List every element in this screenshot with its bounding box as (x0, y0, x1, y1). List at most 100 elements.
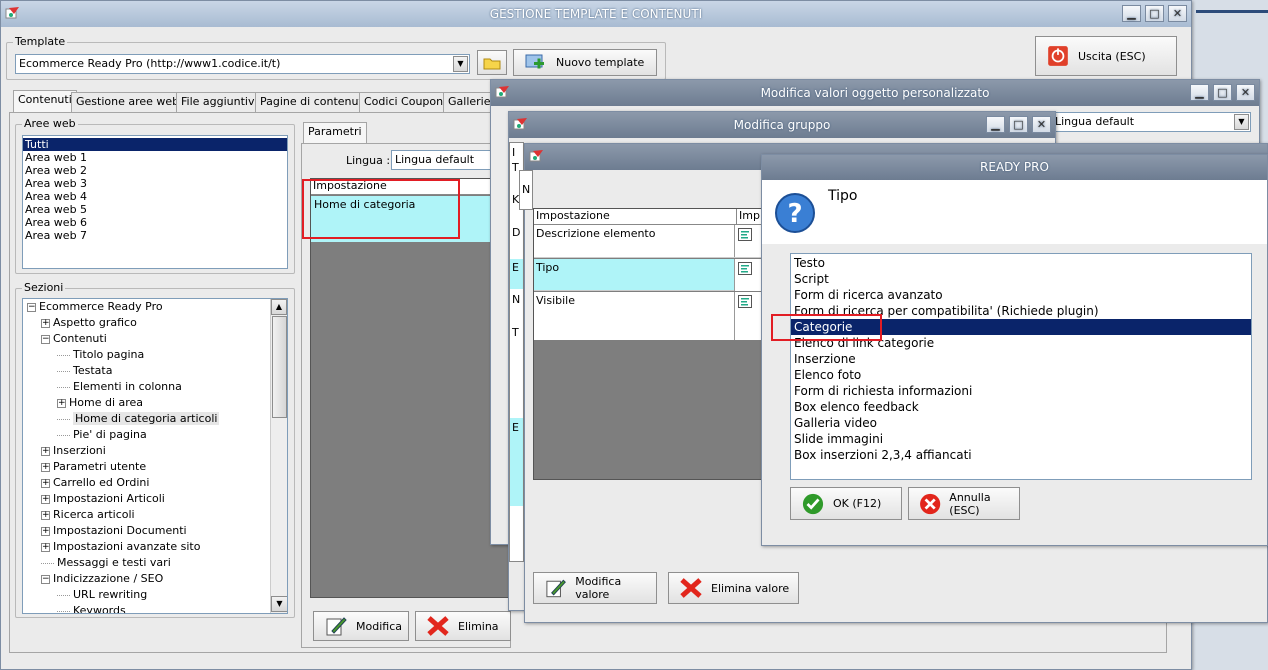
expander-icon[interactable]: + (41, 478, 50, 488)
tree-node[interactable]: Messaggi e testi vari (23, 555, 287, 571)
type-option[interactable]: Form di richiesta informazioni (791, 383, 1251, 399)
tree-node[interactable]: + Impostazioni Documenti (23, 523, 287, 539)
tree-node[interactable]: Home di categoria articoli (23, 411, 287, 427)
cancel-button[interactable]: Annulla (ESC) (908, 487, 1020, 520)
expander-icon[interactable]: − (41, 334, 50, 344)
row-label-visibile: Visibile (536, 294, 575, 307)
new-template-label: Nuovo template (556, 56, 645, 69)
tree-node[interactable]: + Carrello ed Ordini (23, 475, 287, 491)
tree-node[interactable]: − Indicizzazione / SEO (23, 571, 287, 587)
expander-icon[interactable]: + (41, 510, 50, 520)
imp-cell[interactable] (734, 292, 764, 340)
grid-row[interactable]: Visibile (534, 292, 764, 340)
chevron-down-icon[interactable]: ▼ (453, 56, 468, 72)
tree-node[interactable]: + Parametri utente (23, 459, 287, 475)
delete-value-button[interactable]: Elimina valore (668, 572, 799, 604)
list-item[interactable]: Area web 2 (23, 164, 287, 177)
tab-contenuti[interactable]: Contenuti (13, 90, 77, 112)
type-option[interactable]: Galleria video (791, 415, 1251, 431)
properties-icon (738, 228, 752, 241)
tree-node[interactable]: Pie' di pagina (23, 427, 287, 443)
sections-tree[interactable]: − Ecommerce Ready Pro + Aspetto grafico − Con… (22, 298, 288, 614)
tree-node[interactable]: + Home di area (23, 395, 287, 411)
template-combo[interactable]: Ecommerce Ready Pro (http://www1.codice.… (15, 54, 470, 74)
ok-button[interactable]: OK (F12) (790, 487, 902, 520)
tree-node[interactable]: − Contenuti (23, 331, 287, 347)
maximize-button[interactable]: □ (1009, 116, 1028, 133)
tab-file-aggiuntivi[interactable]: File aggiuntivi (176, 92, 263, 112)
tree-node[interactable]: URL rewriting (23, 587, 287, 603)
win2-lingua-combo[interactable]: Lingua default ▼ (1051, 112, 1251, 132)
delete-button[interactable]: Elimina (415, 611, 511, 641)
tree-node[interactable]: + Aspetto grafico (23, 315, 287, 331)
expander-icon[interactable]: + (41, 526, 50, 536)
tree-node[interactable]: Testata (23, 363, 287, 379)
tab-parametri[interactable]: Parametri (303, 122, 367, 144)
app-icon (495, 86, 509, 98)
tab-gestione-aree-web[interactable]: Gestione aree web (71, 92, 185, 112)
list-item[interactable]: Area web 3 (23, 177, 287, 190)
aree-web-list[interactable]: Tutti Area web 1 Area web 2 Area web 3 A… (22, 135, 288, 269)
chevron-down-icon[interactable]: ▼ (1234, 114, 1249, 130)
win3-titlebar: Modifica gruppo ▁ □ ✕ (509, 112, 1055, 138)
type-option[interactable]: Testo (791, 255, 1251, 271)
type-option[interactable]: Inserzione (791, 351, 1251, 367)
minimize-button[interactable]: ▁ (986, 116, 1005, 133)
tab-gallerie[interactable]: Gallerie d (443, 92, 495, 112)
tree-node[interactable]: Titolo pagina (23, 347, 287, 363)
tree-node[interactable]: Keywords (23, 603, 287, 613)
type-option[interactable]: Script (791, 271, 1251, 287)
list-item[interactable]: Area web 7 (23, 229, 287, 242)
tree-node[interactable]: − Ecommerce Ready Pro (23, 299, 287, 315)
expander-icon[interactable]: + (57, 398, 66, 408)
close-button[interactable]: ✕ (1236, 84, 1255, 101)
grid-row-tipo[interactable]: Tipo (534, 259, 764, 291)
modify-button[interactable]: Modifica (313, 611, 409, 641)
close-button[interactable]: ✕ (1032, 116, 1051, 133)
type-list[interactable]: Testo Script Form di ricerca avanzato Form … (790, 253, 1252, 480)
type-option[interactable]: Form di ricerca avanzato (791, 287, 1251, 303)
modify-value-button[interactable]: Modifica valore (533, 572, 657, 604)
close-button[interactable]: ✕ (1168, 5, 1187, 22)
list-item[interactable]: Area web 1 (23, 151, 287, 164)
new-template-button[interactable]: Nuovo template (513, 49, 657, 76)
open-folder-button[interactable] (477, 50, 507, 75)
tab-pagine-contenuti[interactable]: Pagine di contenuti (255, 92, 371, 112)
tree-scrollbar[interactable]: ▲ ▼ (270, 299, 287, 613)
tree-node[interactable]: + Inserzioni (23, 443, 287, 459)
exit-button[interactable]: Uscita (ESC) (1035, 36, 1177, 76)
fragment-text: T (512, 161, 519, 174)
expander-icon[interactable]: + (41, 494, 50, 504)
type-option[interactable]: Elenco foto (791, 367, 1251, 383)
expander-icon[interactable]: + (41, 446, 50, 456)
type-option[interactable]: Box elenco feedback (791, 399, 1251, 415)
scroll-down-arrow[interactable]: ▼ (271, 596, 287, 612)
expander-icon[interactable]: + (41, 318, 50, 328)
scroll-thumb[interactable] (272, 316, 287, 418)
tree-node[interactable]: + Impostazioni avanzate sito (23, 539, 287, 555)
tree-node[interactable]: Elementi in colonna (23, 379, 287, 395)
grid-row[interactable]: Descrizione elemento (534, 225, 764, 258)
list-item[interactable]: Area web 4 (23, 190, 287, 203)
expander-icon[interactable]: + (41, 462, 50, 472)
minimize-button[interactable]: ▁ (1190, 84, 1209, 101)
type-option[interactable]: Box inserzioni 2,3,4 affiancati (791, 447, 1251, 463)
expander-icon[interactable]: + (41, 542, 50, 552)
params-grid: Impostazione Home di categoria (310, 178, 510, 598)
tab-codici-coupon[interactable]: Codici Coupon (359, 92, 449, 112)
expander-icon[interactable]: − (27, 302, 36, 312)
lingua-combo[interactable]: Lingua default (391, 150, 506, 170)
list-item[interactable]: Area web 5 (23, 203, 287, 216)
scroll-up-arrow[interactable]: ▲ (271, 299, 287, 315)
maximize-button[interactable]: □ (1145, 5, 1164, 22)
list-item-tutti[interactable]: Tutti (23, 138, 287, 151)
imp-cell[interactable] (734, 225, 764, 257)
expander-icon[interactable]: − (41, 574, 50, 584)
minimize-button[interactable]: ▁ (1122, 5, 1141, 22)
type-option[interactable]: Slide immagini (791, 431, 1251, 447)
imp-cell[interactable] (734, 259, 764, 291)
maximize-button[interactable]: □ (1213, 84, 1232, 101)
tree-node[interactable]: + Ricerca articoli (23, 507, 287, 523)
list-item[interactable]: Area web 6 (23, 216, 287, 229)
tree-node[interactable]: + Impostazioni Articoli (23, 491, 287, 507)
